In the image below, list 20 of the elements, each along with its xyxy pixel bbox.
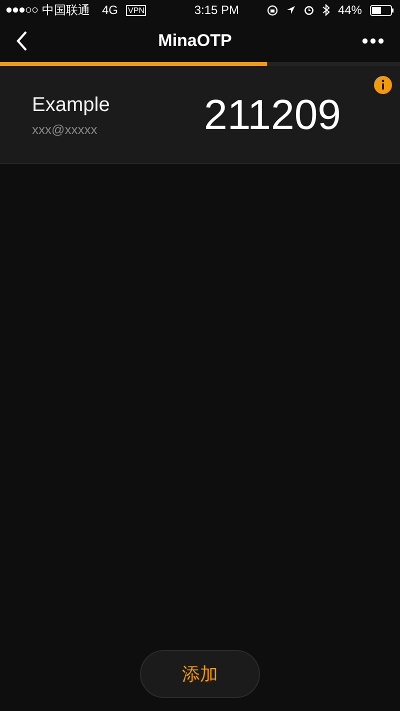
clock-time: 3:15 PM	[194, 2, 240, 19]
bluetooth-icon	[322, 4, 330, 16]
alarm-icon	[304, 5, 314, 15]
account-card[interactable]: Example xxx@xxxxx 211209	[0, 66, 400, 164]
battery-percent: 44%	[338, 2, 362, 19]
carrier-name: 中国联通	[42, 2, 90, 19]
account-email: xxx@xxxxx	[32, 120, 98, 139]
signal-icon	[6, 7, 38, 13]
vpn-indicator: VPN	[126, 4, 146, 16]
back-icon[interactable]	[16, 31, 28, 51]
info-icon[interactable]	[374, 76, 392, 94]
rotation-lock-icon	[266, 4, 278, 16]
location-icon	[286, 5, 296, 15]
screen-title: MinaOTP	[158, 30, 232, 52]
battery-icon	[370, 4, 394, 16]
more-icon[interactable]	[362, 38, 384, 44]
add-button[interactable]: 添加	[140, 650, 260, 698]
otp-code: 211209	[204, 90, 342, 140]
network-type: 4G	[102, 2, 118, 19]
account-name: Example	[32, 92, 111, 118]
